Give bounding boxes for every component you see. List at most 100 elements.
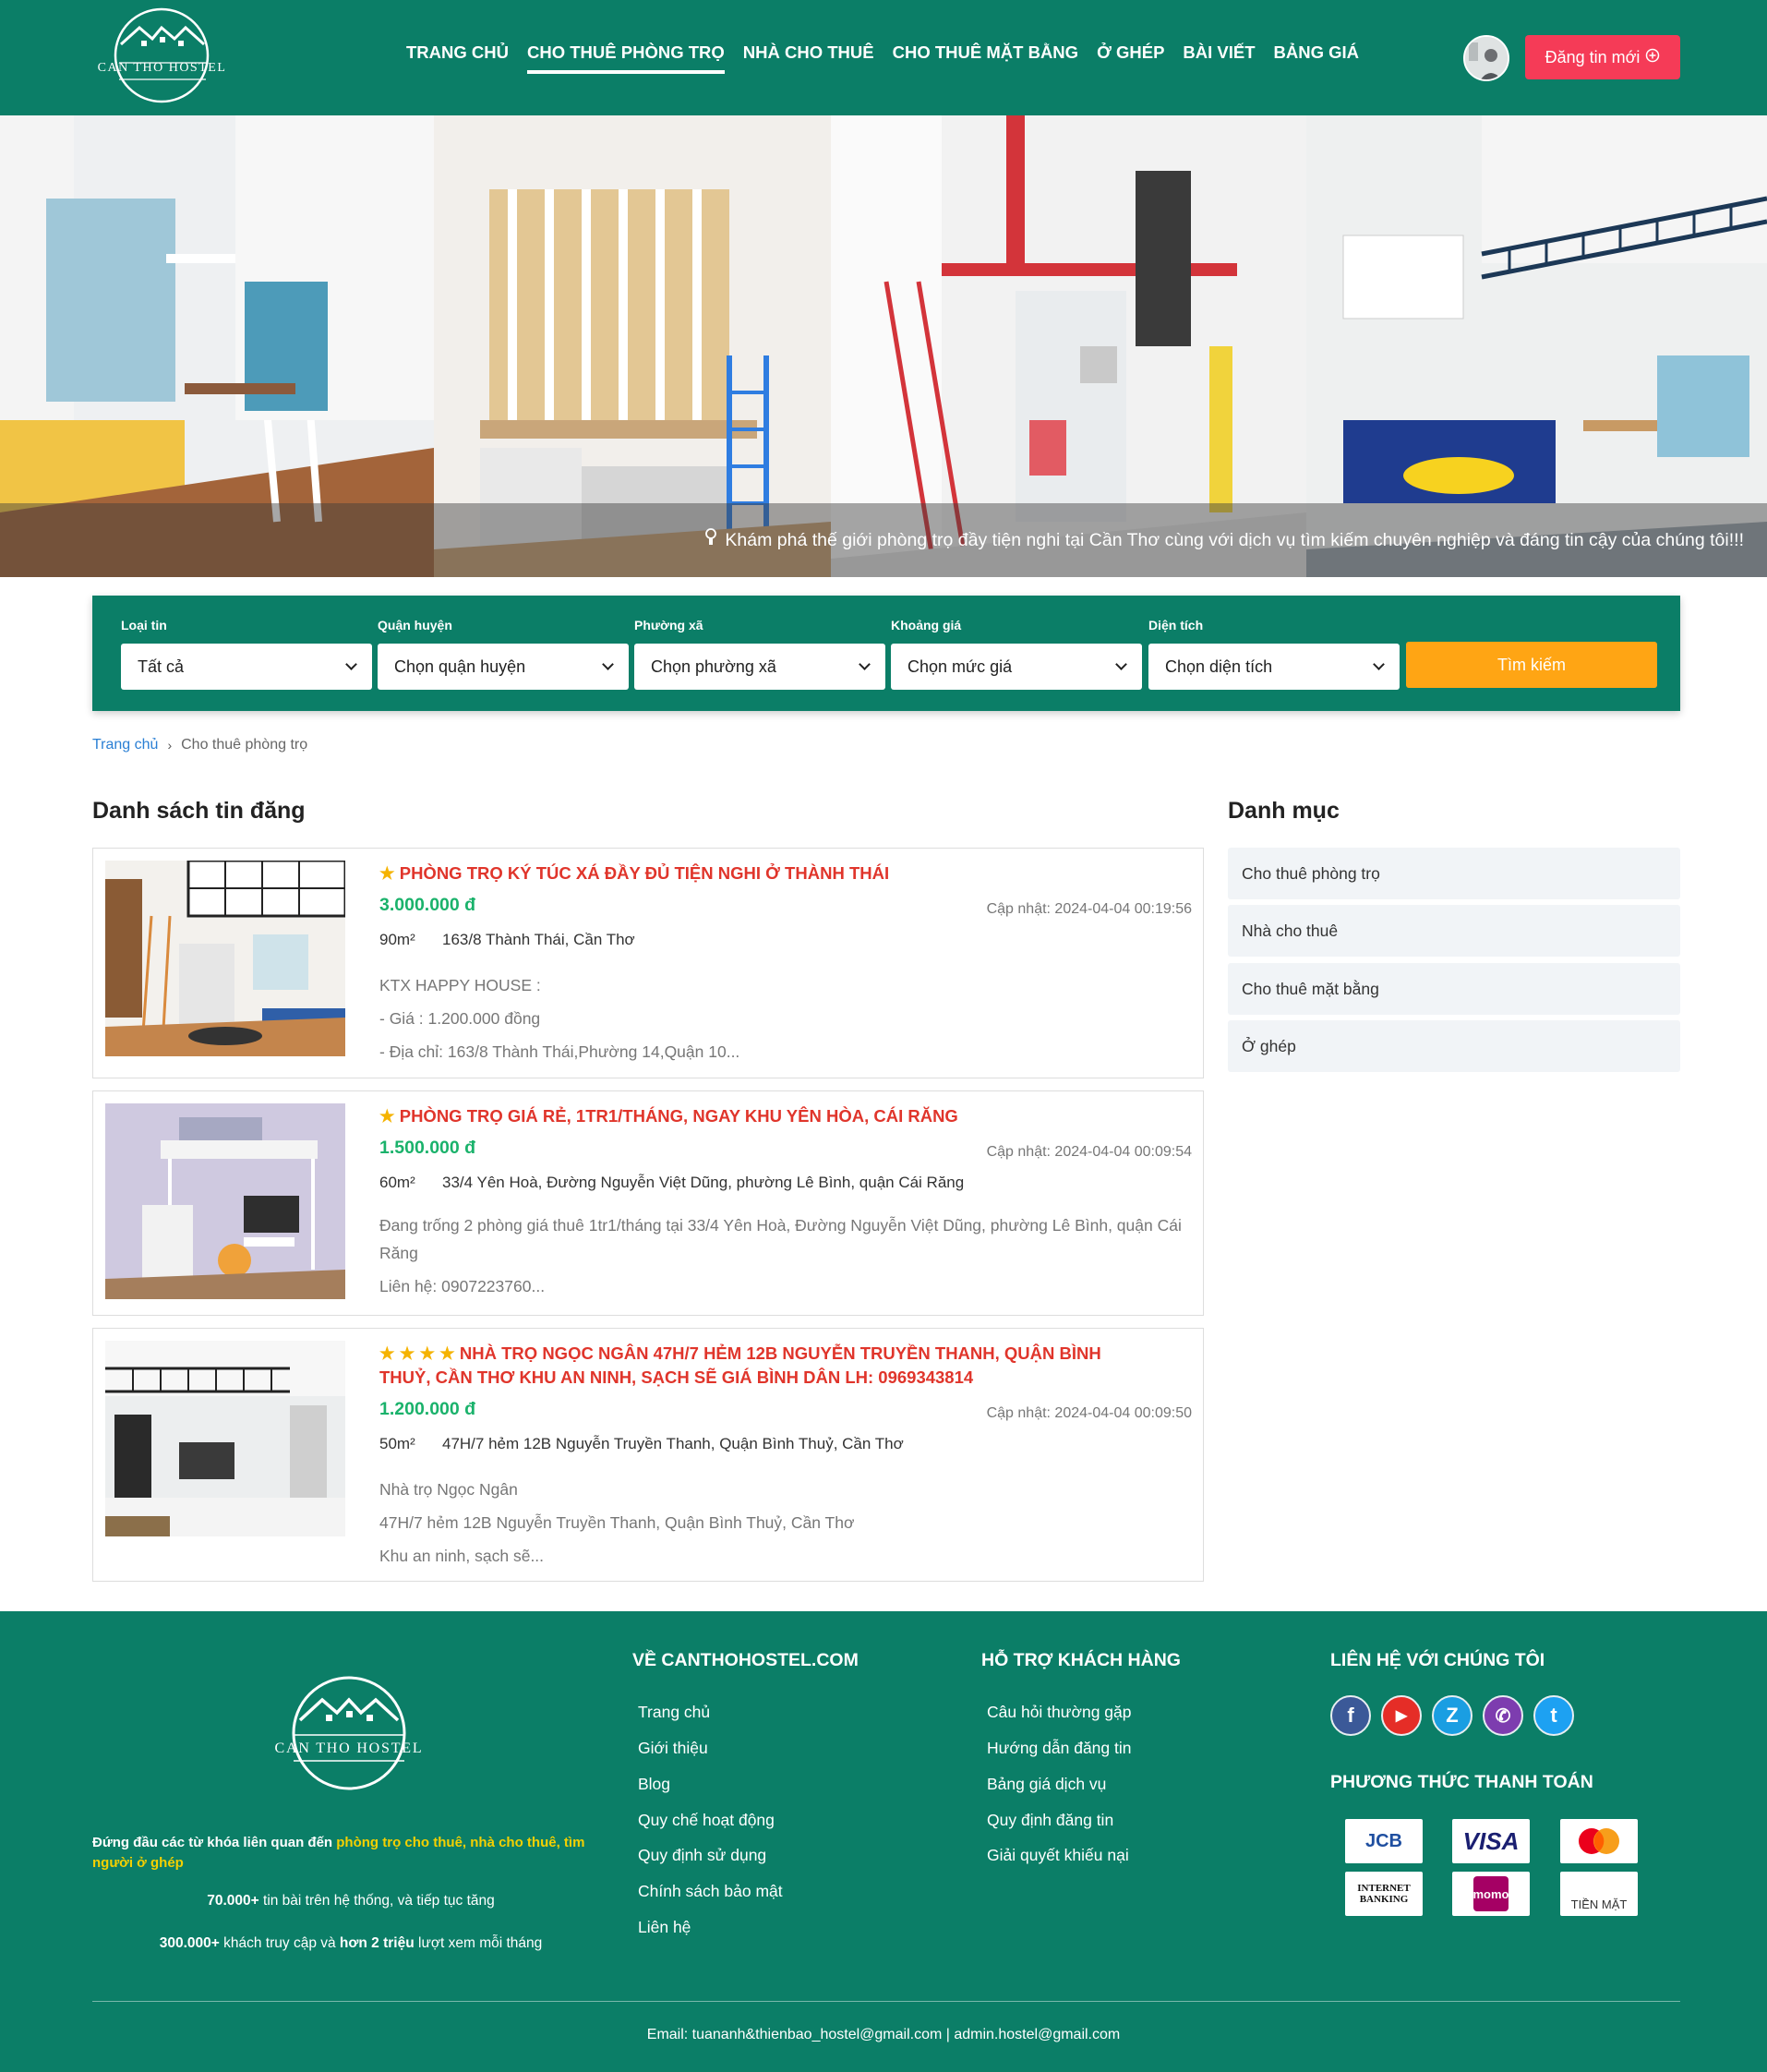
footer-logo[interactable]: CAN THO HOSTEL <box>270 1676 427 1796</box>
twitter-icon[interactable]: t <box>1533 1695 1574 1736</box>
breadcrumb: Trang chủ › Cho thuê phòng trọ <box>92 737 307 753</box>
filter-ward: Phường xã Chọn phường xã <box>634 618 885 690</box>
user-photo-icon <box>1465 37 1508 79</box>
footer-stat-views-text: lượt xem mỗi tháng <box>414 1935 543 1951</box>
footer-tagline-prefix: Đứng đầu các từ khóa liên quan đến <box>92 1835 337 1850</box>
filter-ward-label: Phường xã <box>634 618 703 632</box>
footer-link-price-list[interactable]: Bảng giá dịch vụ <box>987 1775 1106 1794</box>
footer-link-contact[interactable]: Liên hệ <box>638 1918 691 1937</box>
post-new-button[interactable]: Đăng tin mới <box>1525 35 1680 79</box>
footer-link-faq[interactable]: Câu hỏi thường gặp <box>987 1703 1132 1722</box>
listing-address: 47H/7 hẻm 12B Nguyễn Truyền Thanh, Quận … <box>442 1435 904 1452</box>
mastercard-circles-icon <box>1579 1828 1619 1854</box>
price-select[interactable]: Chọn mức giá <box>891 644 1142 690</box>
footer-divider <box>92 2001 1680 2002</box>
chevron-down-icon <box>1373 658 1385 670</box>
hero-caption-text: Khám phá thế giới phòng trọ đầy tiện ngh… <box>725 529 1744 550</box>
listing-card[interactable]: ★ ★ ★ ★ NHÀ TRỌ NGỌC NGÂN 47H/7 HẺM 12B … <box>92 1328 1204 1582</box>
footer-link-operating-rules[interactable]: Quy chế hoạt động <box>638 1811 775 1830</box>
nav-premises-rental[interactable]: CHO THUÊ MẶT BẰNG <box>884 42 1088 74</box>
listing-area: 50m² <box>379 1435 415 1452</box>
listing-thumbnail[interactable] <box>105 1103 345 1299</box>
listing-desc-line: - Địa chỉ: 163/8 Thành Thái,Phường 14,Qu… <box>379 1042 740 1061</box>
listing-desc-line: Đang trống 2 phòng giá thuê 1tr1/tháng t… <box>379 1216 1182 1262</box>
footer-link-privacy[interactable]: Chính sách bảo mật <box>638 1882 783 1901</box>
plus-circle-icon <box>1645 48 1660 67</box>
mastercard-payment-icon: mastercard <box>1560 1819 1638 1863</box>
sidebar-item-premises-rental[interactable]: Cho thuê mặt bằng <box>1228 963 1680 1015</box>
filter-area-label: Diện tích <box>1148 618 1204 632</box>
nav-room-rental[interactable]: CHO THUÊ PHÒNG TRỌ <box>518 42 734 74</box>
footer-link-posting-guide[interactable]: Hướng dẫn đăng tin <box>987 1739 1132 1758</box>
footer-link-complaints[interactable]: Giải quyết khiếu nại <box>987 1846 1129 1865</box>
chevron-down-icon <box>1115 658 1127 670</box>
nav-roommate[interactable]: Ở GHÉP <box>1088 42 1173 74</box>
listing-title[interactable]: ★ PHÒNG TRỌ KÝ TÚC XÁ ĐẦY ĐỦ TIỆN NGHI Ở… <box>379 861 1155 885</box>
footer-stat-posts: 70.000+ tin bài trên hệ thống, và tiếp t… <box>92 1893 609 1909</box>
chevron-right-icon: › <box>167 738 173 753</box>
sidebar-item-room-rental[interactable]: Cho thuê phòng trọ <box>1228 848 1680 899</box>
sidebar-item-house-rental[interactable]: Nhà cho thuê <box>1228 905 1680 957</box>
area-value: Chọn diện tích <box>1165 657 1273 676</box>
listing-title[interactable]: ★ PHÒNG TRỌ GIÁ RẺ, 1TR1/THÁNG, NGAY KHU… <box>379 1104 1155 1128</box>
user-avatar[interactable] <box>1463 35 1509 81</box>
filter-district-label: Quận huyện <box>378 618 452 632</box>
listing-title-text: NHÀ TRỌ NGỌC NGÂN 47H/7 HẺM 12B NGUYỄN T… <box>379 1343 1101 1387</box>
filter-listing-type-label: Loại tin <box>121 618 167 632</box>
site-footer: CAN THO HOSTEL Đứng đầu các từ khóa liên… <box>0 1611 1767 2072</box>
footer-link-home[interactable]: Trang chủ <box>638 1703 710 1722</box>
hero-caption: Khám phá thế giới phòng trọ đầy tiện ngh… <box>0 503 1767 577</box>
footer-contact-line: Email: tuananh&thienbao_hostel@gmail.com… <box>646 2027 1121 2042</box>
listing-price: 1.200.000 đ <box>379 1399 476 1419</box>
nav-house-rental[interactable]: NHÀ CHO THUÊ <box>734 42 884 74</box>
footer-link-blog[interactable]: Blog <box>638 1775 670 1794</box>
zalo-icon[interactable]: Z <box>1432 1695 1472 1736</box>
listing-desc-line: KTX HAPPY HOUSE : <box>379 976 541 994</box>
district-value: Chọn quận huyện <box>394 657 526 676</box>
main-nav: TRANG CHỦ CHO THUÊ PHÒNG TRỌ NHÀ CHO THU… <box>397 42 1368 74</box>
nav-home[interactable]: TRANG CHỦ <box>397 42 518 74</box>
listing-title-text: PHÒNG TRỌ GIÁ RẺ, 1TR1/THÁNG, NGAY KHU Y… <box>399 1106 958 1126</box>
listing-description: Đang trống 2 phòng giá thuê 1tr1/tháng t… <box>379 1211 1192 1300</box>
filter-area: Diện tích Chọn diện tích <box>1148 618 1400 690</box>
viber-icon[interactable]: ✆ <box>1483 1695 1523 1736</box>
star-icon: ★ <box>379 1106 395 1126</box>
listing-photo-2 <box>105 1103 345 1299</box>
youtube-icon[interactable]: ▶ <box>1381 1695 1422 1736</box>
listing-section-title: Danh sách tin đăng <box>92 798 306 824</box>
district-select[interactable]: Chọn quận huyện <box>378 644 629 690</box>
listing-thumbnail[interactable] <box>105 861 345 1056</box>
listing-desc-line: Khu an ninh, sạch sẽ... <box>379 1547 545 1565</box>
sidebar-item-roommate[interactable]: Ở ghép <box>1228 1020 1680 1072</box>
area-select[interactable]: Chọn diện tích <box>1148 644 1400 690</box>
footer-link-about[interactable]: Giới thiệu <box>638 1739 708 1758</box>
footer-link-terms[interactable]: Quy định sử dụng <box>638 1846 766 1865</box>
listing-type-select[interactable]: Tất cả <box>121 644 372 690</box>
logo-emblem-icon <box>292 1676 406 1790</box>
breadcrumb-home[interactable]: Trang chủ <box>92 737 158 753</box>
listing-area: 60m² <box>379 1174 415 1191</box>
site-logo[interactable]: CAN THO HOSTEL <box>95 7 229 109</box>
listing-card[interactable]: ★ PHÒNG TRỌ KÝ TÚC XÁ ĐẦY ĐỦ TIỆN NGHI Ở… <box>92 848 1204 1078</box>
momo-payment-icon: momo <box>1452 1872 1530 1916</box>
footer-link-posting-rules[interactable]: Quy định đăng tin <box>987 1811 1113 1830</box>
listing-thumbnail[interactable] <box>105 1341 345 1536</box>
logo-text: CAN THO HOSTEL <box>97 61 227 75</box>
nav-pricing[interactable]: BẢNG GIÁ <box>1265 42 1369 74</box>
search-filter-bar: Loại tin Tất cả Quận huyện Chọn quận huy… <box>92 596 1680 711</box>
listing-title[interactable]: ★ ★ ★ ★ NHÀ TRỌ NGỌC NGÂN 47H/7 HẺM 12B … <box>379 1342 1155 1390</box>
star-icon: ★ <box>379 863 395 883</box>
listing-desc-line: - Giá : 1.200.000 đồng <box>379 1009 541 1028</box>
listing-description: KTX HAPPY HOUSE : - Giá : 1.200.000 đồng… <box>379 969 1192 1068</box>
nav-articles[interactable]: BÀI VIẾT <box>1173 42 1264 74</box>
footer-stat-posts-number: 70.000+ <box>207 1893 259 1909</box>
listing-updated: Cập nhật: 2024-04-04 00:09:50 <box>986 1405 1192 1421</box>
search-button[interactable]: Tìm kiếm <box>1406 642 1657 688</box>
listing-card[interactable]: ★ PHÒNG TRỌ GIÁ RẺ, 1TR1/THÁNG, NGAY KHU… <box>92 1090 1204 1316</box>
chevron-down-icon <box>345 658 357 670</box>
facebook-icon[interactable]: f <box>1330 1695 1371 1736</box>
breadcrumb-current: Cho thuê phòng trọ <box>181 737 308 753</box>
footer-about-title: VỀ CANTHOHOSTEL.COM <box>632 1650 859 1670</box>
footer-support-title: HỖ TRỢ KHÁCH HÀNG <box>981 1650 1181 1670</box>
ward-select[interactable]: Chọn phường xã <box>634 644 885 690</box>
